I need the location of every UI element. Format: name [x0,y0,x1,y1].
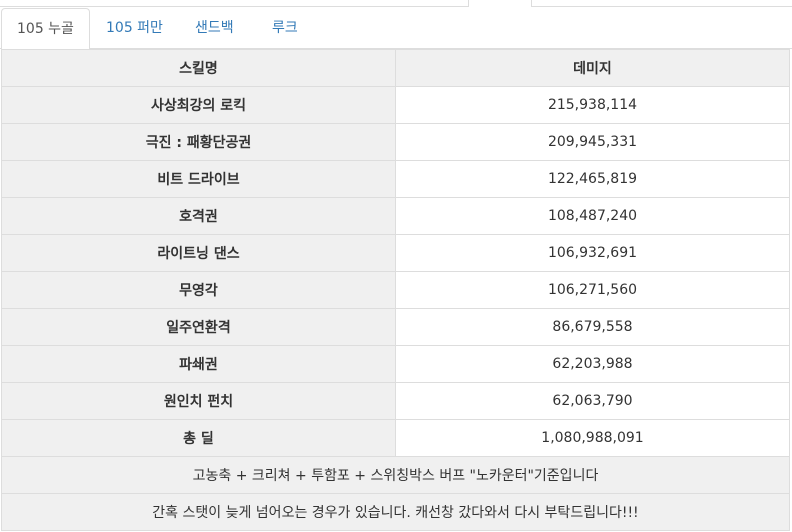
total-row: 총 딜 1,080,988,091 [1,419,790,457]
table-row: 파쇄권 62,203,988 [1,345,790,383]
table-row: 무영각 106,271,560 [1,271,790,309]
tab-sandbag[interactable]: 샌드백 [180,8,249,48]
damage-value-cell: 62,063,790 [395,382,790,420]
table-row: 호격권 108,487,240 [1,197,790,235]
table-row: 극진 : 패황단공권 209,945,331 [1,123,790,161]
top-divider-right [531,6,792,7]
top-tab-fragment [468,0,532,7]
table-row: 라이트닝 댄스 106,932,691 [1,234,790,272]
table-row: 일주연환격 86,679,558 [1,308,790,346]
table-header-row: 스킬명 데미지 [1,49,790,87]
damage-value-cell: 209,945,331 [395,123,790,161]
top-divider-left [0,6,468,7]
damage-value-cell: 62,203,988 [395,345,790,383]
table-row: 사상최강의 로킥 215,938,114 [1,86,790,124]
table-row: 비트 드라이브 122,465,819 [1,160,790,198]
skill-name-cell: 파쇄권 [1,345,396,383]
damage-value-cell: 108,487,240 [395,197,790,235]
note-row: 간혹 스탯이 늦게 넘어오는 경우가 있습니다. 캐선창 갔다와서 다시 부탁드… [1,493,790,531]
table-row: 원인치 펀치 62,063,790 [1,382,790,420]
tab-luke[interactable]: 루크 [257,8,313,48]
buff-basis-note: 고농축 + 크리쳐 + 투함포 + 스위칭박스 버프 "노카운터"기준입니다 [1,456,790,494]
total-damage-cell: 1,080,988,091 [395,419,790,457]
damage-value-cell: 215,938,114 [395,86,790,124]
skill-name-cell: 비트 드라이브 [1,160,396,198]
top-border-strip [0,0,792,8]
header-damage: 데미지 [395,49,790,87]
damage-value-cell: 106,271,560 [395,271,790,309]
skill-name-cell: 사상최강의 로킥 [1,86,396,124]
skill-name-cell: 라이트닝 댄스 [1,234,396,272]
stat-delay-note: 간혹 스탯이 늦게 넘어오는 경우가 있습니다. 캐선창 갔다와서 다시 부탁드… [1,493,790,531]
damage-table: 스킬명 데미지 사상최강의 로킥 215,938,114 극진 : 패황단공권 … [1,49,790,531]
character-tabs: 105 누골 105 퍼만 샌드백 루크 [0,8,792,50]
skill-name-cell: 원인치 펀치 [1,382,396,420]
note-row: 고농축 + 크리쳐 + 투함포 + 스위칭박스 버프 "노카운터"기준입니다 [1,456,790,494]
damage-value-cell: 106,932,691 [395,234,790,272]
skill-name-cell: 일주연환격 [1,308,396,346]
total-label-cell: 총 딜 [1,419,396,457]
tab-105-nugol[interactable]: 105 누골 [1,8,90,50]
header-skill-name: 스킬명 [1,49,396,87]
tab-105-perman[interactable]: 105 퍼만 [91,8,178,48]
skill-name-cell: 극진 : 패황단공권 [1,123,396,161]
damage-value-cell: 86,679,558 [395,308,790,346]
skill-name-cell: 호격권 [1,197,396,235]
damage-value-cell: 122,465,819 [395,160,790,198]
skill-name-cell: 무영각 [1,271,396,309]
